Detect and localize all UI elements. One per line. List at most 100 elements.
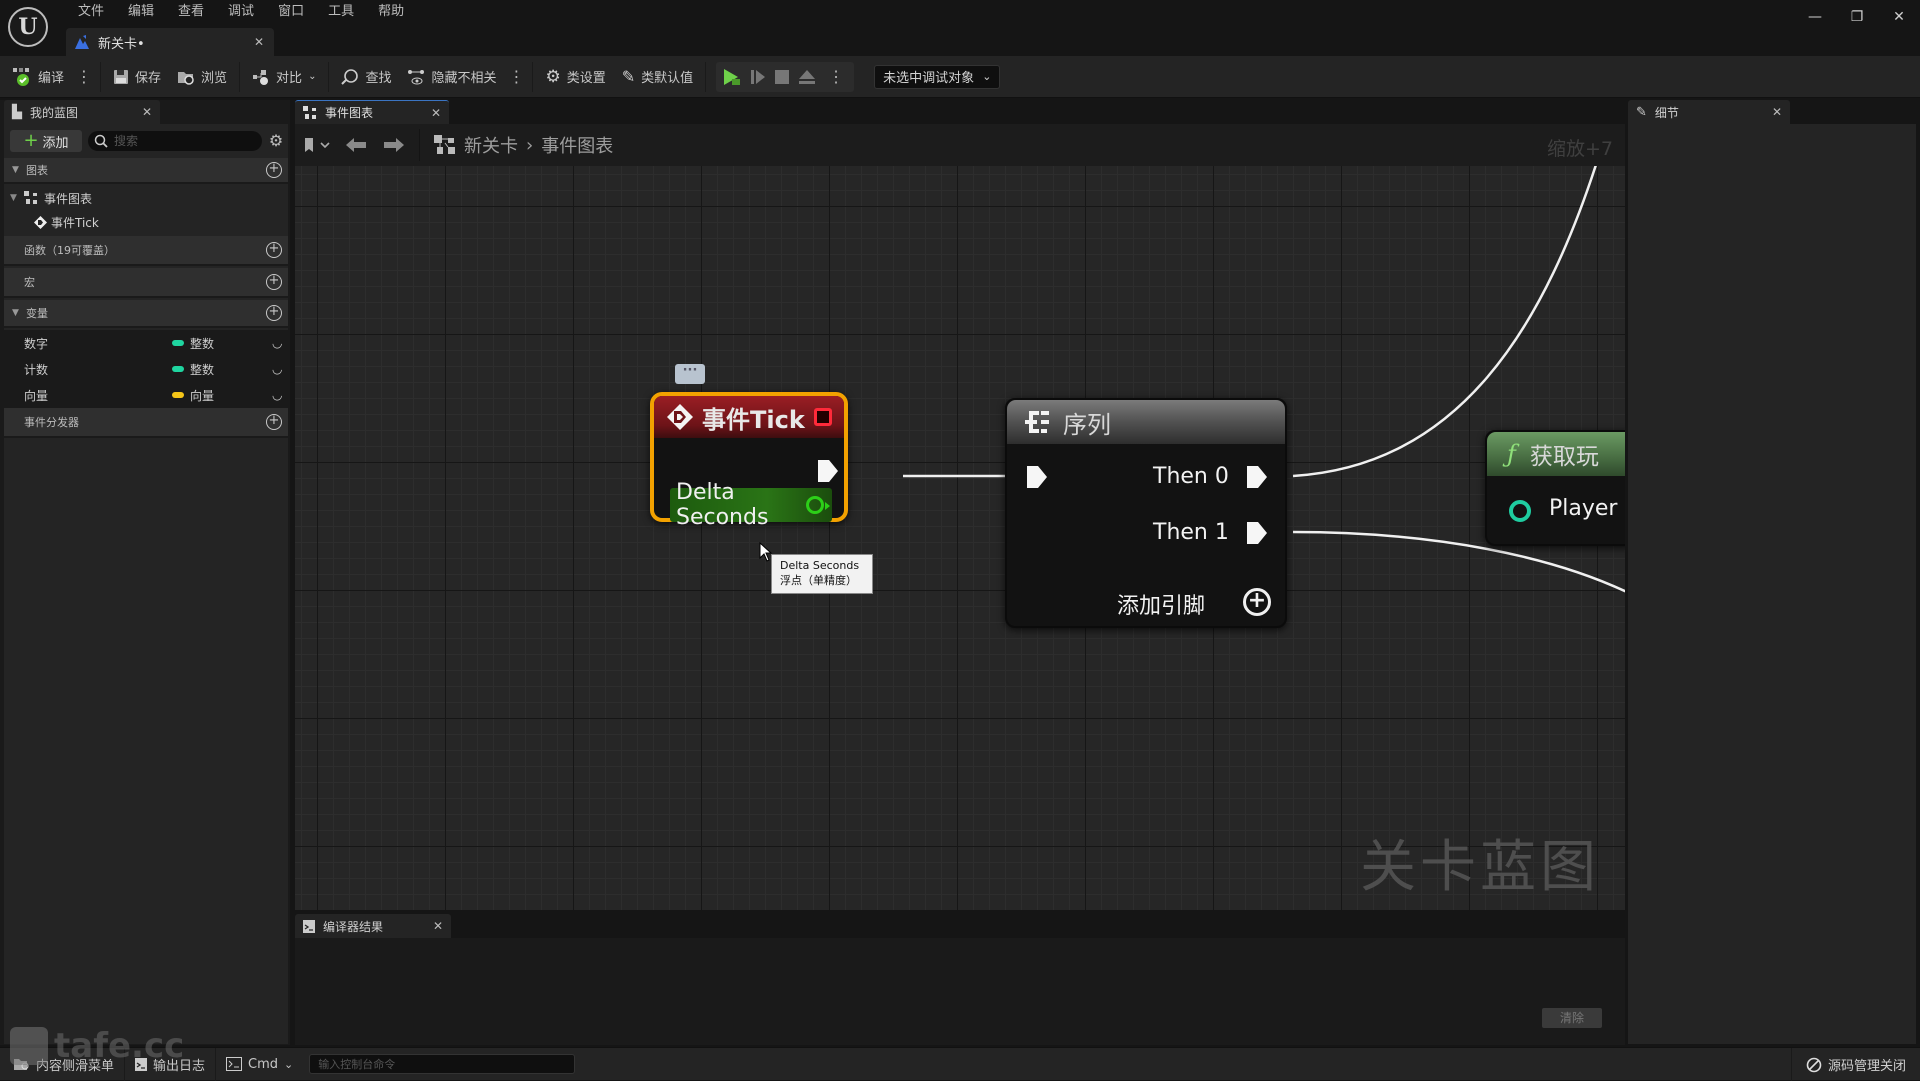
delta-seconds-pin[interactable]: Delta Seconds <box>670 480 832 530</box>
chevron-right-icon: › <box>526 134 534 156</box>
menu-view[interactable]: 查看 <box>166 2 216 22</box>
menu-debug[interactable]: 调试 <box>216 2 266 22</box>
breadcrumb-item[interactable]: 事件图表 <box>541 132 613 158</box>
close-tab-icon[interactable]: ✕ <box>142 105 152 119</box>
expand-triangle-icon: ▼ <box>10 193 17 203</box>
back-arrow-icon[interactable] <box>345 137 367 153</box>
float-pin-icon[interactable] <box>806 496 830 514</box>
variable-type-pill <box>172 340 184 346</box>
compiler-results-tab[interactable]: 编译器结果 ✕ <box>295 914 451 938</box>
close-tab-icon[interactable]: ✕ <box>433 919 443 933</box>
variable-row[interactable]: 向量 向量 ◡ <box>4 382 288 408</box>
delegate-pin-icon[interactable] <box>814 408 832 426</box>
stop-icon[interactable] <box>774 68 790 86</box>
compile-button[interactable]: 编译 <box>4 62 72 92</box>
details-panel <box>1628 124 1916 1044</box>
minimize-icon[interactable]: — <box>1794 0 1836 34</box>
event-graph-tab-label: 事件图表 <box>325 106 374 120</box>
add-event-dispatcher-icon[interactable]: + <box>266 414 282 430</box>
object-pin-icon[interactable] <box>1509 500 1531 522</box>
play-icon[interactable] <box>722 68 742 86</box>
sequence-node[interactable]: 序列 Then 0 Then 1 添加引脚 + <box>1005 398 1287 628</box>
console-command-input[interactable] <box>309 1054 576 1074</box>
then-0-pin[interactable] <box>1245 464 1269 490</box>
my-blueprint-tab[interactable]: ▙ 我的蓝图 ✕ <box>4 100 160 124</box>
comment-bubble-icon[interactable]: ··· <box>675 364 705 384</box>
forward-arrow-icon[interactable] <box>383 137 405 153</box>
node-title: 获取玩 <box>1529 444 1599 470</box>
tree-item-event-tick[interactable]: 事件Tick <box>4 210 288 234</box>
add-variable-icon[interactable]: + <box>266 305 282 321</box>
class-settings-button[interactable]: ⚙ 类设置 <box>537 62 613 92</box>
menu-window[interactable]: 窗口 <box>266 2 316 22</box>
get-player-node[interactable]: ƒ 获取玩 Player I <box>1485 430 1625 546</box>
hide-options-icon[interactable]: ⋮ <box>504 62 528 92</box>
book-icon: ▙ <box>12 104 22 120</box>
play-options-icon[interactable]: ⋮ <box>824 62 848 92</box>
close-tab-icon[interactable]: ✕ <box>431 106 441 120</box>
section-event-dispatchers[interactable]: 事件分发器 + <box>4 408 288 438</box>
eject-icon[interactable] <box>798 68 816 86</box>
details-tab-label: 细节 <box>1654 105 1679 120</box>
tree-item-event-graph[interactable]: ▼ 事件图表 <box>4 186 288 210</box>
class-settings-label: 类设置 <box>566 71 606 86</box>
add-pin-label[interactable]: 添加引脚 <box>1117 588 1205 620</box>
diff-button[interactable]: 对比 ⌄ <box>244 62 324 92</box>
variable-row[interactable]: 计数 整数 ◡ <box>4 356 288 382</box>
close-tab-icon[interactable]: ✕ <box>254 35 264 49</box>
then-1-pin[interactable] <box>1245 520 1269 546</box>
breadcrumb-item[interactable]: 新关卡 <box>464 132 518 158</box>
section-graphs[interactable]: ▼ 图表 + <box>4 158 288 184</box>
close-icon[interactable]: ✕ <box>1878 0 1920 34</box>
unreal-logo-icon[interactable]: U <box>8 7 48 47</box>
event-graph-tab[interactable]: 事件图表 ✕ <box>295 100 449 124</box>
step-icon[interactable] <box>750 68 766 86</box>
event-graph-label: 事件图表 <box>44 191 93 206</box>
clear-button[interactable]: 清除 <box>1542 1008 1602 1028</box>
hide-unrelated-button[interactable]: 隐藏不相关 <box>399 62 504 92</box>
section-variables[interactable]: ▼ 变量 + <box>4 300 288 328</box>
section-macros[interactable]: 宏 + <box>4 268 288 298</box>
add-pin-icon[interactable]: + <box>1243 588 1271 616</box>
class-defaults-button[interactable]: ✎ 类默认值 <box>614 62 701 92</box>
debug-object-select[interactable]: 未选中调试对象 ⌄ <box>874 64 1001 89</box>
section-functions[interactable]: 函数（19可覆盖） + <box>4 236 288 266</box>
find-button[interactable]: 查找 <box>333 62 399 92</box>
save-button[interactable]: 保存 <box>105 62 169 92</box>
menu-file[interactable]: 文件 <box>66 2 116 22</box>
search-input[interactable] <box>114 134 254 148</box>
cmd-select[interactable]: Cmd ⌄ <box>216 1048 303 1081</box>
title-bar: U 文件 编辑 查看 调试 窗口 工具 帮助 新关卡• ✕ — ❐ ✕ <box>0 0 1920 56</box>
add-function-icon[interactable]: + <box>266 242 282 258</box>
browse-button[interactable]: 浏览 <box>169 62 235 92</box>
source-control-button[interactable]: 源码管理关闭 <box>1790 1048 1920 1081</box>
close-tab-icon[interactable]: ✕ <box>1772 105 1782 119</box>
event-tick-node[interactable]: 事件Tick Delta Seconds <box>650 392 848 530</box>
add-graph-icon[interactable]: + <box>266 162 282 178</box>
menu-edit[interactable]: 编辑 <box>116 2 166 22</box>
exec-input-pin[interactable] <box>1025 464 1049 490</box>
add-macro-icon[interactable]: + <box>266 274 282 290</box>
eye-closed-icon[interactable]: ◡ <box>272 388 282 402</box>
add-button[interactable]: + 添加 <box>10 130 82 152</box>
my-blueprint-tab-label: 我的蓝图 <box>30 105 79 120</box>
menu-help[interactable]: 帮助 <box>366 2 416 22</box>
compile-options-icon[interactable]: ⋮ <box>72 62 96 92</box>
toolbar-divider <box>328 61 330 92</box>
divider <box>419 129 420 161</box>
restore-icon[interactable]: ❐ <box>1836 0 1878 34</box>
bookmark-icon[interactable] <box>303 136 331 154</box>
add-label: 添加 <box>42 135 69 151</box>
variable-row[interactable]: 数字 整数 ◡ <box>4 330 288 356</box>
class-defaults-label: 类默认值 <box>641 71 694 86</box>
no-entry-icon <box>1806 1057 1822 1073</box>
eye-closed-icon[interactable]: ◡ <box>272 336 282 350</box>
exec-output-pin[interactable] <box>816 458 840 484</box>
eye-closed-icon[interactable]: ◡ <box>272 362 282 376</box>
document-tab[interactable]: 新关卡• ✕ <box>66 28 274 56</box>
menu-tools[interactable]: 工具 <box>316 2 366 22</box>
graph-canvas[interactable]: ··· 事件Tick Delta Seconds Delta Seconds 浮… <box>295 166 1625 910</box>
variable-name: 向量 <box>24 388 49 403</box>
details-tab[interactable]: ✎ 细节 ✕ <box>1628 100 1790 124</box>
settings-gear-icon[interactable]: ⚙ <box>266 131 286 151</box>
